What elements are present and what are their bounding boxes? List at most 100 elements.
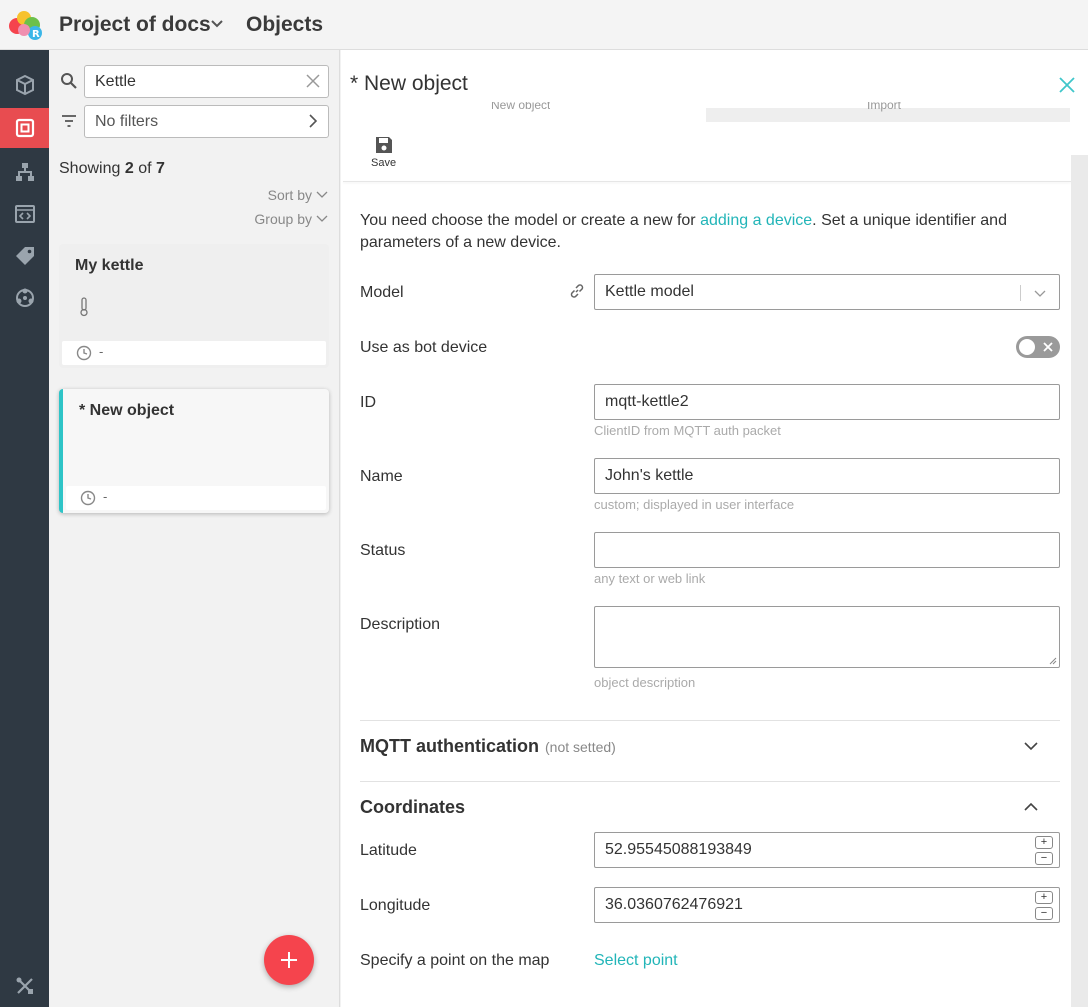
latitude-label: Latitude xyxy=(360,842,417,859)
section-divider xyxy=(360,781,1060,782)
latitude-value: 52.95545088193849 xyxy=(605,841,752,858)
chevron-right-icon xyxy=(309,114,318,128)
rail-item-devices[interactable] xyxy=(0,65,49,105)
filter-selector[interactable]: No filters xyxy=(84,105,329,138)
object-list-panel: No filters Showing 2 of 7 Sort by Group … xyxy=(49,50,340,1007)
longitude-value: 36.0360762476921 xyxy=(605,896,743,913)
description-hint: object description xyxy=(594,675,696,690)
scrollbar[interactable] xyxy=(1071,155,1088,1007)
save-button[interactable]: Save xyxy=(371,135,396,169)
status-label: Status xyxy=(360,542,406,559)
plus-icon xyxy=(281,952,297,968)
close-icon xyxy=(1043,342,1053,352)
close-icon[interactable] xyxy=(1058,76,1076,94)
rail-item-code[interactable] xyxy=(0,194,49,234)
longitude-stepper[interactable]: + − xyxy=(1035,891,1053,920)
svg-text:R: R xyxy=(32,29,40,40)
status-hint: any text or web link xyxy=(594,571,706,586)
left-rail xyxy=(0,50,49,1007)
clock-icon xyxy=(76,345,92,361)
decrement-button[interactable]: − xyxy=(1035,907,1053,920)
hierarchy-icon xyxy=(15,163,34,181)
chevron-down-icon[interactable] xyxy=(209,16,225,32)
mqtt-section-header[interactable]: MQTT authentication (not setted) xyxy=(360,736,616,757)
longitude-input[interactable]: 36.0360762476921 + − xyxy=(594,887,1060,923)
map-point-label: Specify a point on the map xyxy=(360,952,550,969)
adding-device-link[interactable]: adding a device xyxy=(700,212,812,229)
thermometer-icon xyxy=(80,297,88,317)
card-time: - xyxy=(99,344,104,359)
status-input[interactable] xyxy=(594,532,1060,568)
project-title[interactable]: Project of docs xyxy=(59,13,211,37)
close-icon[interactable] xyxy=(305,73,321,89)
object-form-panel: * New object New object Import Save You … xyxy=(341,50,1088,1007)
model-value: Kettle model xyxy=(605,283,694,300)
object-card[interactable]: My kettle - xyxy=(59,244,329,368)
form-title: * New object xyxy=(350,72,468,95)
save-label: Save xyxy=(371,157,397,169)
group-by-dropdown[interactable]: Group by xyxy=(254,211,328,227)
card-title: * New object xyxy=(79,402,175,419)
rail-item-objects[interactable] xyxy=(0,108,49,148)
description-textarea[interactable] xyxy=(594,606,1060,668)
intro-text: You need choose the model or create a ne… xyxy=(360,212,1007,251)
toolbar-divider xyxy=(343,181,1071,182)
filter-icon xyxy=(62,115,76,127)
tab-import-label[interactable]: Import xyxy=(867,102,901,114)
tag-icon xyxy=(15,247,34,265)
object-card-selected[interactable]: * New object - xyxy=(59,389,329,513)
resize-handle-icon[interactable] xyxy=(1049,657,1057,665)
add-object-button[interactable] xyxy=(264,935,314,985)
description-label: Description xyxy=(360,616,441,633)
network-icon xyxy=(15,288,34,307)
chevron-down-icon xyxy=(316,215,328,222)
search-input[interactable] xyxy=(84,65,329,98)
sort-by-dropdown[interactable]: Sort by xyxy=(268,187,328,203)
latitude-input[interactable]: 52.95545088193849 + − xyxy=(594,832,1060,868)
rail-item-tags[interactable] xyxy=(0,236,49,276)
id-label: ID xyxy=(360,394,376,411)
model-label: Model xyxy=(360,284,404,301)
name-label: Name xyxy=(360,468,403,485)
increment-button[interactable]: + xyxy=(1035,836,1053,849)
rail-item-hierarchy[interactable] xyxy=(0,152,49,192)
app-logo[interactable]: R xyxy=(4,7,46,43)
decrement-button[interactable]: − xyxy=(1035,852,1053,865)
latitude-stepper[interactable]: + − xyxy=(1035,836,1053,865)
save-icon xyxy=(375,137,392,153)
rail-item-network[interactable] xyxy=(0,278,49,318)
card-footer: - xyxy=(62,341,326,365)
select-point-link[interactable]: Select point xyxy=(594,952,678,970)
card-footer: - xyxy=(66,486,326,510)
objects-icon xyxy=(15,118,34,138)
increment-button[interactable]: + xyxy=(1035,891,1053,904)
cube-icon xyxy=(15,74,34,96)
bot-device-toggle[interactable] xyxy=(1016,336,1060,358)
filter-text: No filters xyxy=(95,113,159,130)
toggle-knob xyxy=(1019,339,1035,355)
tab-new-object[interactable]: New object xyxy=(491,102,550,114)
chevron-down-icon[interactable] xyxy=(1023,738,1039,754)
coordinates-section-header[interactable]: Coordinates xyxy=(360,797,465,818)
id-input[interactable] xyxy=(594,384,1060,420)
bot-device-label: Use as bot device xyxy=(360,339,488,356)
rail-item-tools[interactable] xyxy=(0,966,49,1006)
section-divider xyxy=(360,720,1060,721)
name-input[interactable] xyxy=(594,458,1060,494)
chevron-up-icon[interactable] xyxy=(1023,799,1039,815)
code-icon xyxy=(14,205,35,223)
clock-icon xyxy=(80,490,96,506)
tools-icon xyxy=(16,977,33,994)
longitude-label: Longitude xyxy=(360,897,431,914)
mqtt-status-note: (not setted) xyxy=(545,739,616,755)
model-select[interactable]: Kettle model xyxy=(594,274,1060,310)
card-title: My kettle xyxy=(75,257,144,274)
top-bar: R Project of docs Objects xyxy=(0,0,1088,50)
chevron-down-icon xyxy=(316,191,328,198)
select-divider xyxy=(1020,285,1021,301)
section-title: Objects xyxy=(246,13,324,36)
id-hint: ClientID from MQTT auth packet xyxy=(594,423,781,438)
search-icon xyxy=(61,73,77,89)
chevron-down-icon xyxy=(1034,290,1046,297)
link-icon[interactable] xyxy=(568,282,586,300)
